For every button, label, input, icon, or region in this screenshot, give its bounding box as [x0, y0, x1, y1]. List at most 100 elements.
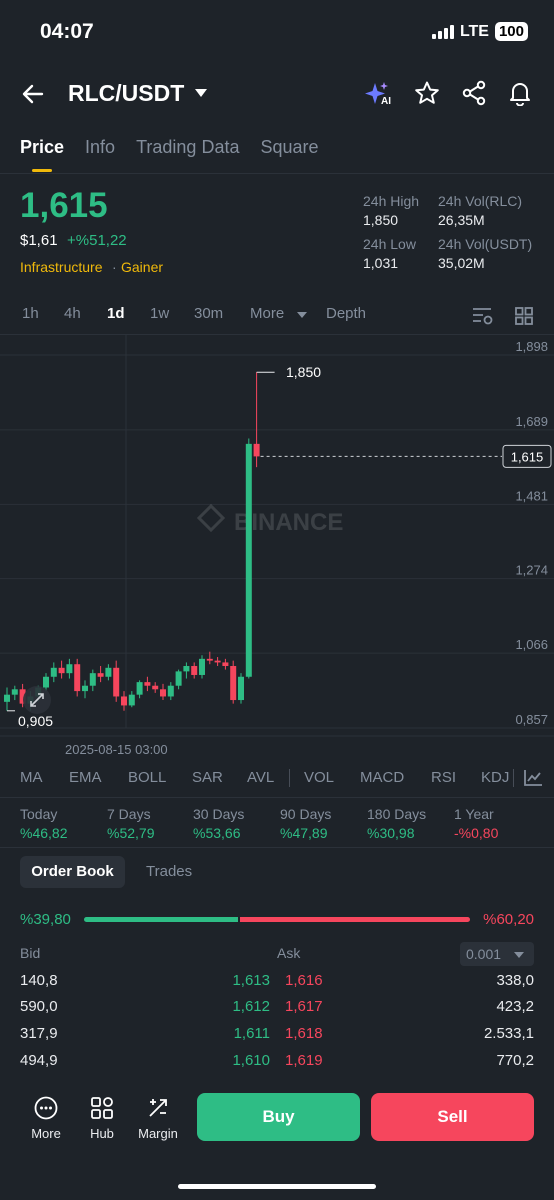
indicator-rsi[interactable]: RSI [431, 769, 456, 786]
nav-margin[interactable]: Margin [128, 1096, 188, 1141]
tab-info[interactable]: Info [85, 137, 115, 158]
indicator-vol[interactable]: VOL [304, 769, 334, 786]
low-marker: 0,905 [18, 713, 53, 729]
candle-body [222, 662, 229, 667]
ask-price: 1,617 [285, 998, 323, 1015]
order-row[interactable]: 317,9 1,611 1,618 2.533,1 [0, 1025, 554, 1051]
indicator-separator-2 [513, 769, 514, 787]
perf-value-today: %46,82 [20, 825, 68, 841]
ai-assistant-button[interactable]: AI [364, 80, 394, 113]
candle-body [152, 685, 159, 690]
high-label: 24h High [363, 193, 420, 209]
candle-body [89, 673, 96, 686]
bell-icon[interactable] [507, 80, 533, 106]
interval-more[interactable]: More [250, 305, 284, 322]
page-tabs: Price Info Trading Data Square [20, 137, 340, 172]
star-icon[interactable] [414, 80, 440, 106]
tab-order-book[interactable]: Order Book [20, 856, 125, 888]
indicator-bar: MA EMA BOLL SAR AVL VOL MACD RSI KDJ [0, 769, 554, 791]
candle-body [74, 664, 81, 692]
order-row[interactable]: 590,0 1,612 1,617 423,2 [0, 998, 554, 1024]
candle-body [128, 694, 135, 706]
bid-qty: 317,9 [20, 1025, 58, 1042]
order-row[interactable]: 494,9 1,610 1,619 770,2 [0, 1052, 554, 1078]
back-arrow-icon[interactable] [20, 82, 46, 106]
expand-chart-icon[interactable] [23, 686, 51, 714]
pair-title[interactable]: RLC/USDT [68, 80, 184, 107]
bid-ratio: %39,80 [20, 911, 71, 928]
tab-trades[interactable]: Trades [146, 863, 192, 880]
perf-value-180d: %30,98 [367, 825, 415, 841]
tab-square[interactable]: Square [260, 137, 318, 158]
indicator-avl[interactable]: AVL [247, 769, 274, 786]
indicator-kdj[interactable]: KDJ [481, 769, 509, 786]
indicator-ema[interactable]: EMA [69, 769, 102, 786]
indicator-settings-icon[interactable] [523, 769, 543, 787]
margin-icon [149, 1099, 167, 1117]
candle-body [66, 664, 73, 674]
tag-separator: · [112, 259, 117, 275]
indicator-separator [289, 769, 290, 787]
candles [4, 372, 260, 711]
nav-more-label: More [31, 1126, 61, 1141]
y-tick-label: 1,066 [515, 637, 548, 652]
interval-30m[interactable]: 30m [194, 305, 223, 322]
low-label: 24h Low [363, 236, 416, 252]
vol-base-label: 24h Vol(RLC) [438, 193, 523, 209]
chart-settings-icon[interactable] [472, 306, 494, 326]
last-price: 1,615 [20, 186, 108, 225]
candle-body [97, 673, 104, 677]
hub-icon [91, 1097, 113, 1119]
indicator-sar[interactable]: SAR [192, 769, 223, 786]
precision-select[interactable]: 0.001 [460, 942, 534, 966]
candle-body [82, 685, 88, 692]
pair-header: RLC/USDT AI [0, 74, 554, 114]
order-row[interactable]: 140,8 1,613 1,616 338,0 [0, 972, 554, 998]
x-axis-label: 2025-08-15 03:00 [65, 742, 168, 757]
tab-trading-data[interactable]: Trading Data [136, 137, 239, 158]
depth-tab[interactable]: Depth [326, 305, 366, 322]
home-indicator [178, 1184, 376, 1189]
high-value: 1,850 [363, 212, 399, 228]
indicator-ma[interactable]: MA [20, 769, 43, 786]
nav-hub[interactable]: Hub [72, 1096, 132, 1141]
perf-label-30d: 30 Days [193, 806, 245, 822]
precision-value: 0.001 [466, 946, 502, 962]
interval-1w[interactable]: 1w [150, 305, 169, 322]
candle-body [214, 660, 221, 663]
perf-label-180d: 180 Days [367, 806, 427, 822]
bid-ratio-bar [84, 917, 238, 922]
bid-qty: 140,8 [20, 972, 58, 989]
candle-body [191, 666, 198, 675]
perf-value-30d: %53,66 [193, 825, 241, 841]
tabs-divider [0, 173, 554, 174]
y-tick-label: 1,689 [515, 414, 548, 429]
interval-1h[interactable]: 1h [22, 305, 39, 322]
signal-icon [431, 24, 454, 39]
ask-qty: 770,2 [496, 1052, 534, 1069]
layout-grid-icon[interactable] [514, 306, 534, 326]
low-value: 1,031 [363, 255, 399, 271]
indicator-macd[interactable]: MACD [360, 769, 404, 786]
interval-1d[interactable]: 1d [107, 305, 125, 322]
candle-body [11, 689, 18, 695]
candle-body [58, 667, 65, 674]
tag-infrastructure[interactable]: Infrastructure [20, 259, 102, 275]
indicator-boll[interactable]: BOLL [128, 769, 166, 786]
bid-price: 1,610 [232, 1052, 270, 1069]
sell-button[interactable]: Sell [371, 1093, 534, 1141]
vol-base-value: 26,35M [438, 212, 485, 228]
tab-price[interactable]: Price [20, 137, 64, 172]
candlestick-chart[interactable]: BINANCE 1,898 1,689 1,481 1,274 1,066 0,857 1… [0, 335, 554, 760]
tag-gainer[interactable]: Gainer [121, 259, 163, 275]
ask-price: 1,619 [285, 1052, 323, 1069]
candle-body [167, 685, 174, 697]
nav-more[interactable]: More [16, 1096, 76, 1141]
more-caret-icon[interactable] [296, 311, 308, 319]
share-icon[interactable] [461, 80, 487, 106]
buy-button[interactable]: Buy [197, 1093, 360, 1141]
interval-4h[interactable]: 4h [64, 305, 81, 322]
y-tick-label: 1,274 [515, 563, 548, 578]
pair-dropdown-icon[interactable] [194, 88, 208, 98]
candle-body [136, 682, 143, 695]
